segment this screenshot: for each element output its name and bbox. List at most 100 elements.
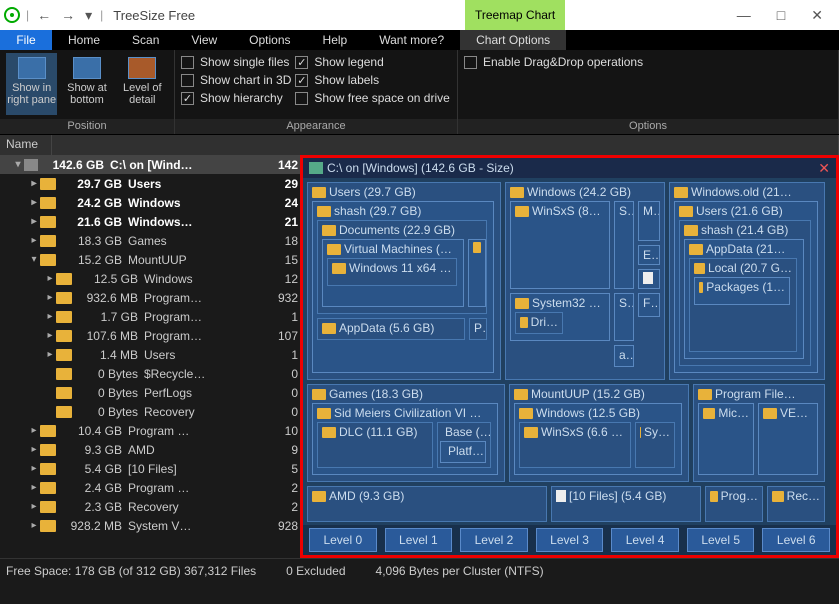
block-appdata[interactable]: AppData (5.6 GB) — [317, 318, 465, 340]
tree-row[interactable]: ▾15.2 GBMountUUP15 — [0, 250, 300, 269]
expand-icon[interactable]: ▸ — [28, 444, 40, 455]
expand-icon[interactable]: ▸ — [44, 292, 56, 303]
tree-row[interactable]: ▸2.4 GBProgram …2 — [0, 478, 300, 497]
chk-free-space[interactable]: Show free space on drive — [295, 91, 449, 105]
block-windows2[interactable]: Windows (12.5 GB) WinSxS (6.6 … Sy… — [514, 403, 682, 475]
expand-icon[interactable]: ▸ — [44, 349, 56, 360]
tree-row[interactable]: ▸107.6 MBProgram…107 — [0, 326, 300, 345]
level-button[interactable]: Level 2 — [460, 528, 528, 552]
block-windowsold[interactable]: Windows.old (21… Users (21.6 GB) shash (… — [669, 182, 825, 380]
expand-icon[interactable]: ▸ — [28, 216, 40, 227]
menu-scan[interactable]: Scan — [116, 30, 175, 50]
block-users[interactable]: Users (29.7 GB) shash (29.7 GB) Document… — [307, 182, 501, 380]
menu-chart-options[interactable]: Chart Options — [460, 30, 566, 50]
menu-home[interactable]: Home — [52, 30, 116, 50]
expand-icon[interactable]: ▸ — [28, 501, 40, 512]
nav-forward-icon[interactable]: → — [59, 7, 77, 23]
block-civ[interactable]: Sid Meiers Civilization VI … DLC (11.1 G… — [312, 403, 498, 475]
tree-row[interactable]: ▸928.2 MBSystem V…928 — [0, 516, 300, 535]
expand-icon[interactable]: ▸ — [28, 425, 40, 436]
block-plat[interactable]: Platf… — [440, 441, 486, 463]
level-button[interactable]: Level 0 — [309, 528, 377, 552]
col-name[interactable]: Name — [0, 135, 52, 155]
tree-row[interactable]: ▸932.6 MBProgram…932 — [0, 288, 300, 307]
block-base[interactable]: Base (… Platf… — [437, 422, 491, 468]
folder-tree[interactable]: ▾142.6 GBC:\ on [Wind…142▸29.7 GBUsers29… — [0, 155, 300, 558]
block-sy[interactable]: Sy… — [635, 422, 675, 468]
minimize-button[interactable]: — — [733, 7, 755, 24]
level-button[interactable]: Level 5 — [687, 528, 755, 552]
expand-icon[interactable]: ▾ — [28, 254, 40, 265]
block-p[interactable] — [468, 239, 486, 307]
block-amd[interactable]: AMD (9.3 GB) — [307, 486, 547, 522]
block-system32[interactable]: System32 … Dri… — [510, 293, 610, 341]
block-users2[interactable]: Users (21.6 GB) shash (21.4 GB) AppData … — [674, 201, 818, 373]
tree-row[interactable]: ▾142.6 GBC:\ on [Wind…142 — [0, 155, 300, 174]
level-button[interactable]: Level 1 — [385, 528, 453, 552]
block-p2[interactable]: P… — [469, 318, 487, 340]
show-bottom-button[interactable]: Show at bottom — [61, 53, 112, 115]
block-mountuup[interactable]: MountUUP (15.2 GB) Windows (12.5 GB) Win… — [509, 384, 689, 482]
expand-icon[interactable]: ▸ — [28, 197, 40, 208]
block-rec[interactable]: Rec… — [767, 486, 825, 522]
block-win11[interactable]: Windows 11 x64 … — [327, 258, 457, 286]
expand-icon[interactable]: ▸ — [28, 178, 40, 189]
tree-row[interactable]: ▸1.4 MBUsers1 — [0, 345, 300, 364]
block-packages[interactable]: Packages (1… — [694, 277, 790, 305]
expand-icon[interactable]: ▸ — [44, 273, 56, 284]
tree-row[interactable]: ▸24.2 GBWindows24 — [0, 193, 300, 212]
tree-row[interactable]: ▸18.3 GBGames18 — [0, 231, 300, 250]
block-a[interactable]: a… — [614, 345, 634, 367]
expand-icon[interactable]: ▾ — [12, 159, 24, 170]
block-dri[interactable]: Dri… — [515, 312, 563, 334]
level-button[interactable]: Level 6 — [762, 528, 830, 552]
block-windows[interactable]: Windows (24.2 GB) WinSxS (8… S… M… E… Sy… — [505, 182, 665, 380]
menu-options[interactable]: Options — [233, 30, 306, 50]
close-button[interactable]: ✕ — [807, 7, 827, 24]
maximize-button[interactable]: □ — [773, 7, 789, 24]
block-local[interactable]: Local (20.7 G… Packages (1… — [689, 258, 797, 352]
block-10files[interactable]: [10 Files] (5.4 GB) — [551, 486, 701, 522]
block-games[interactable]: Games (18.3 GB) Sid Meiers Civilization … — [307, 384, 505, 482]
level-button[interactable]: Level 3 — [536, 528, 604, 552]
context-tab-treemap[interactable]: Treemap Chart — [465, 0, 565, 30]
block-prog[interactable]: Prog… — [705, 486, 763, 522]
tree-row[interactable]: 0 BytesPerfLogs0 — [0, 383, 300, 402]
tree-row[interactable]: ▸10.4 GBProgram …10 — [0, 421, 300, 440]
block-shash2[interactable]: shash (21.4 GB) AppData (21… Local (20.7… — [679, 220, 811, 366]
block-ve[interactable]: VE… — [758, 403, 818, 475]
expand-icon[interactable]: ▸ — [28, 463, 40, 474]
chk-legend[interactable]: ✓Show legend — [295, 55, 449, 69]
menu-want-more[interactable]: Want more? — [363, 30, 460, 50]
level-detail-button[interactable]: Level of detail — [117, 53, 168, 115]
show-right-pane-button[interactable]: Show in right pane — [6, 53, 57, 115]
block-dlc[interactable]: DLC (11.1 GB) — [317, 422, 433, 468]
tree-row[interactable]: 0 BytesRecovery0 — [0, 402, 300, 421]
chk-labels[interactable]: ✓Show labels — [295, 73, 449, 87]
block-s[interactable]: S… — [614, 201, 634, 289]
block-progfiles[interactable]: Program File… Mic… VE… — [693, 384, 825, 482]
block-vms[interactable]: Virtual Machines (… Windows 11 x64 … — [322, 239, 464, 307]
expand-icon[interactable]: ▸ — [44, 330, 56, 341]
menu-help[interactable]: Help — [307, 30, 364, 50]
menu-file[interactable]: File — [0, 30, 52, 50]
chk-dragdrop[interactable]: Enable Drag&Drop operations — [464, 55, 643, 69]
block-mic[interactable]: Mic… — [698, 403, 754, 475]
block-f[interactable]: F… — [638, 293, 660, 317]
block-winsxs[interactable]: WinSxS (8… — [510, 201, 610, 289]
block-winsxs2[interactable]: WinSxS (6.6 … — [519, 422, 631, 468]
block-e[interactable]: E… — [638, 245, 660, 265]
block-s2[interactable]: S… — [614, 293, 634, 341]
expand-icon[interactable]: ▸ — [28, 235, 40, 246]
tree-row[interactable]: ▸29.7 GBUsers29 — [0, 174, 300, 193]
tree-row[interactable]: ▸2.3 GBRecovery2 — [0, 497, 300, 516]
block-documents[interactable]: Documents (22.9 GB) Virtual Machines (… … — [317, 220, 487, 314]
chk-hierarchy[interactable]: ✓Show hierarchy — [181, 91, 291, 105]
expand-icon[interactable]: ▸ — [44, 311, 56, 322]
block-shash[interactable]: shash (29.7 GB) Documents (22.9 GB) Virt… — [312, 201, 494, 373]
tree-row[interactable]: ▸9.3 GBAMD9 — [0, 440, 300, 459]
block-m[interactable]: M… — [638, 201, 660, 241]
level-button[interactable]: Level 4 — [611, 528, 679, 552]
expand-icon[interactable]: ▸ — [28, 482, 40, 493]
tree-row[interactable]: 0 Bytes$Recycle…0 — [0, 364, 300, 383]
